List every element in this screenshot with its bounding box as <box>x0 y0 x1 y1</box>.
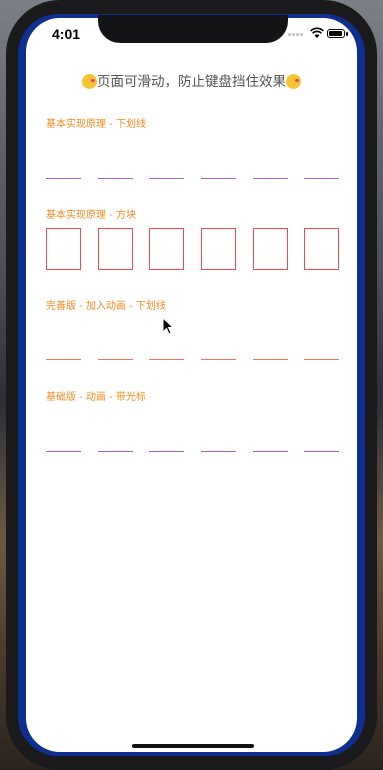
digit-box[interactable] <box>46 228 81 270</box>
kissing-face-icon <box>82 74 97 89</box>
digit-box[interactable] <box>149 228 184 270</box>
digit-underline[interactable] <box>46 451 81 452</box>
digit-underline[interactable] <box>304 359 339 360</box>
signal-dot-icon <box>300 33 303 36</box>
digit-underline[interactable] <box>201 451 236 452</box>
digit-underline[interactable] <box>201 359 236 360</box>
mouse-pointer-icon <box>162 317 174 335</box>
status-time: 4:01 <box>52 26 81 42</box>
wifi-icon <box>310 27 324 38</box>
battery-icon <box>327 29 345 38</box>
signal-dot-icon <box>296 33 299 36</box>
code-input-underline-basic[interactable] <box>46 137 339 179</box>
digit-box[interactable] <box>253 228 288 270</box>
notch <box>98 15 288 43</box>
section-label-underline-animated: 完善版 - 加入动画 - 下划线 <box>46 301 166 312</box>
kissing-face-icon <box>286 74 301 89</box>
digit-underline[interactable] <box>304 178 339 179</box>
section-label-underline-cursor: 基础版 - 动画 - 带光标 <box>46 392 146 403</box>
digit-underline[interactable] <box>253 359 288 360</box>
digit-underline[interactable] <box>304 451 339 452</box>
digit-underline[interactable] <box>46 359 81 360</box>
signal-dot-icon <box>288 33 291 36</box>
section-label-box-basic: 基本实现原理 - 方块 <box>46 210 136 221</box>
digit-underline[interactable] <box>98 178 133 179</box>
home-indicator[interactable] <box>132 744 254 748</box>
digit-box[interactable] <box>201 228 236 270</box>
code-input-box-basic[interactable] <box>46 228 339 270</box>
digit-underline[interactable] <box>98 359 133 360</box>
page-title: 页面可滑动，防止键盘挡住效果 <box>0 70 383 90</box>
code-input-underline-cursor[interactable] <box>46 410 339 452</box>
digit-underline[interactable] <box>98 451 133 452</box>
digit-underline[interactable] <box>253 451 288 452</box>
digit-box[interactable] <box>98 228 133 270</box>
signal-dot-icon <box>292 33 295 36</box>
digit-underline[interactable] <box>149 451 184 452</box>
section-label-underline-basic: 基本实现原理 - 下划线 <box>46 119 146 130</box>
digit-underline[interactable] <box>201 178 236 179</box>
digit-box[interactable] <box>304 228 339 270</box>
digit-underline[interactable] <box>253 178 288 179</box>
digit-underline[interactable] <box>46 178 81 179</box>
page-title-text: 页面可滑动，防止键盘挡住效果 <box>97 74 286 90</box>
digit-underline[interactable] <box>149 178 184 179</box>
status-icons <box>288 27 352 41</box>
battery-tip <box>346 32 348 36</box>
digit-underline[interactable] <box>149 359 184 360</box>
code-input-underline-animated[interactable] <box>46 318 339 360</box>
